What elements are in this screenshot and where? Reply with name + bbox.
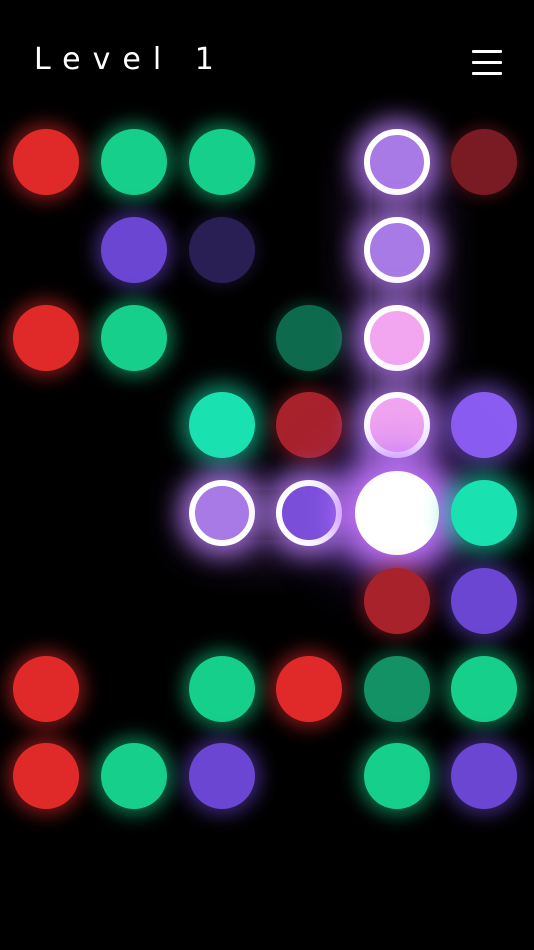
board-dot[interactable]: [13, 656, 79, 722]
board-dot[interactable]: [451, 568, 517, 634]
board-dot[interactable]: [13, 743, 79, 809]
path-dot[interactable]: [364, 129, 430, 195]
board-dot[interactable]: [364, 656, 430, 722]
board-dot[interactable]: [451, 392, 517, 458]
board-dot[interactable]: [189, 743, 255, 809]
board-dot[interactable]: [189, 129, 255, 195]
path-dot[interactable]: [364, 217, 430, 283]
board-dot[interactable]: [13, 305, 79, 371]
board-dot[interactable]: [451, 480, 517, 546]
board-dot[interactable]: [364, 743, 430, 809]
board-dot[interactable]: [276, 305, 342, 371]
board-dot[interactable]: [276, 656, 342, 722]
path-dot[interactable]: [364, 392, 430, 458]
board-dot[interactable]: [451, 129, 517, 195]
path-dot[interactable]: [276, 480, 342, 546]
board-dot[interactable]: [101, 217, 167, 283]
board-dot[interactable]: [451, 656, 517, 722]
board-dot[interactable]: [276, 392, 342, 458]
board-dot[interactable]: [101, 743, 167, 809]
board-dot[interactable]: [364, 568, 430, 634]
path-dot[interactable]: [364, 305, 430, 371]
game-board: [0, 0, 534, 950]
board-dot[interactable]: [189, 392, 255, 458]
active-dot[interactable]: [355, 471, 439, 555]
board-dot[interactable]: [189, 217, 255, 283]
board-dot[interactable]: [101, 305, 167, 371]
board-dot[interactable]: [189, 656, 255, 722]
board-dot[interactable]: [101, 129, 167, 195]
board-dot[interactable]: [13, 129, 79, 195]
path-dot[interactable]: [189, 480, 255, 546]
board-dot[interactable]: [451, 743, 517, 809]
